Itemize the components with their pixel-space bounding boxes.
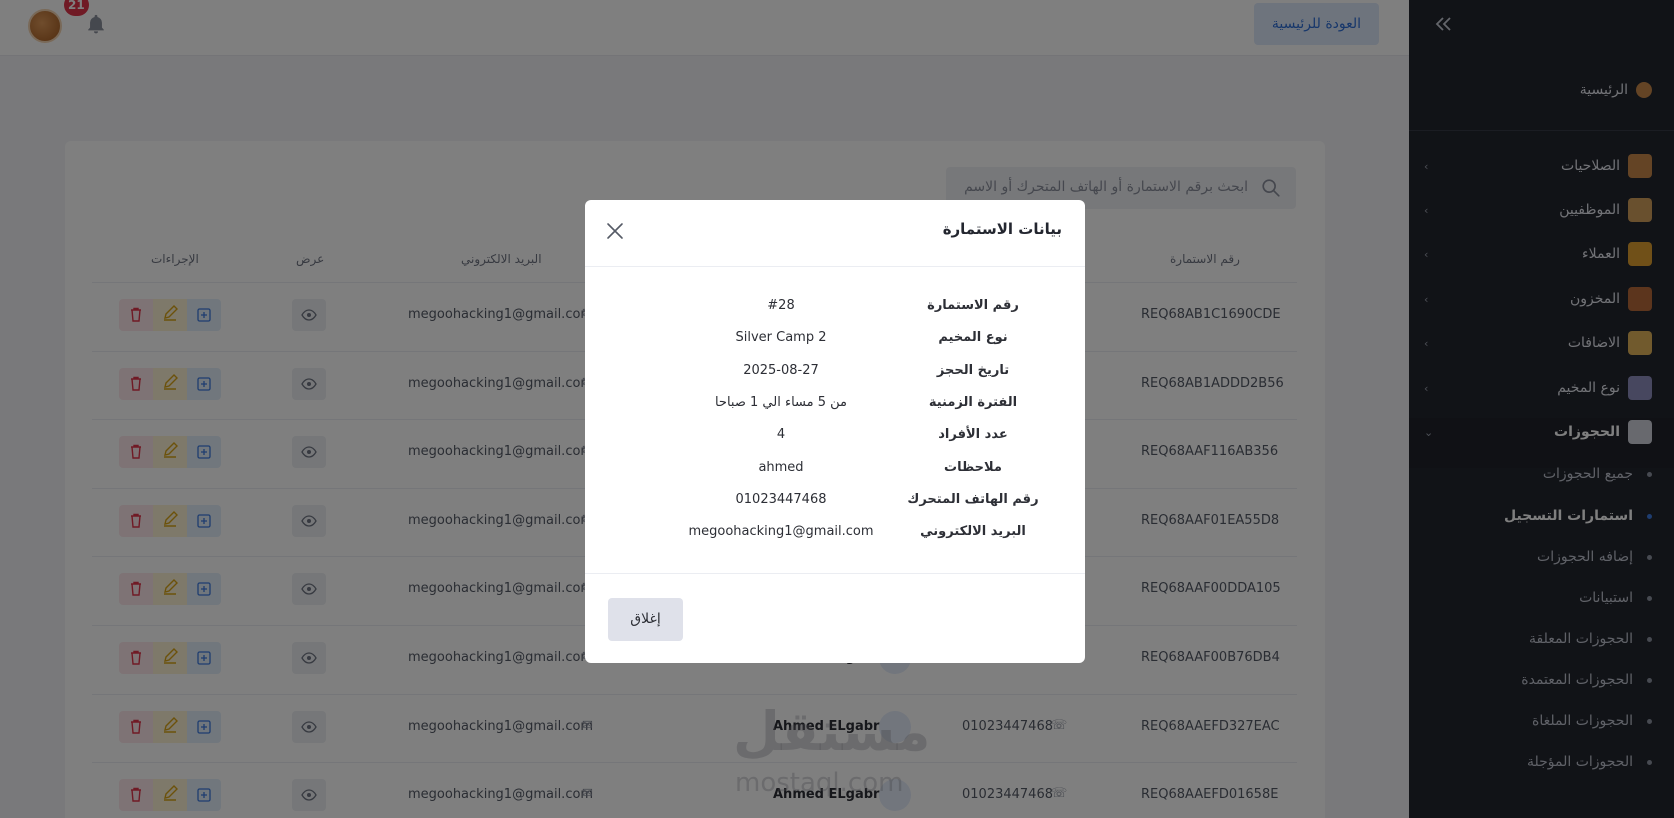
modal-field-value: megoohacking1@gmail.com — [688, 524, 874, 539]
modal-field-value: 2025-08-27 — [743, 363, 819, 378]
modal-field-value: 01023447468 — [735, 492, 827, 507]
modal-close-button[interactable]: إغلاق — [608, 598, 683, 641]
close-icon[interactable] — [606, 222, 624, 240]
modal-field-value: من 5 مساء الي 1 صباحا — [714, 395, 848, 410]
modal-divider — [585, 573, 1085, 574]
modal-title: بيانات الاستمارة — [942, 220, 1062, 238]
form-details-modal: بيانات الاستمارة رقم الاستمارة #28 نوع الم… — [585, 200, 1085, 663]
modal-divider — [585, 266, 1085, 267]
modal-field-value: Silver Camp 2 — [735, 330, 827, 345]
modal-field-value: #28 — [767, 298, 795, 313]
modal-field-value: ahmed — [758, 460, 804, 475]
modal-field-value: 4 — [776, 427, 786, 442]
